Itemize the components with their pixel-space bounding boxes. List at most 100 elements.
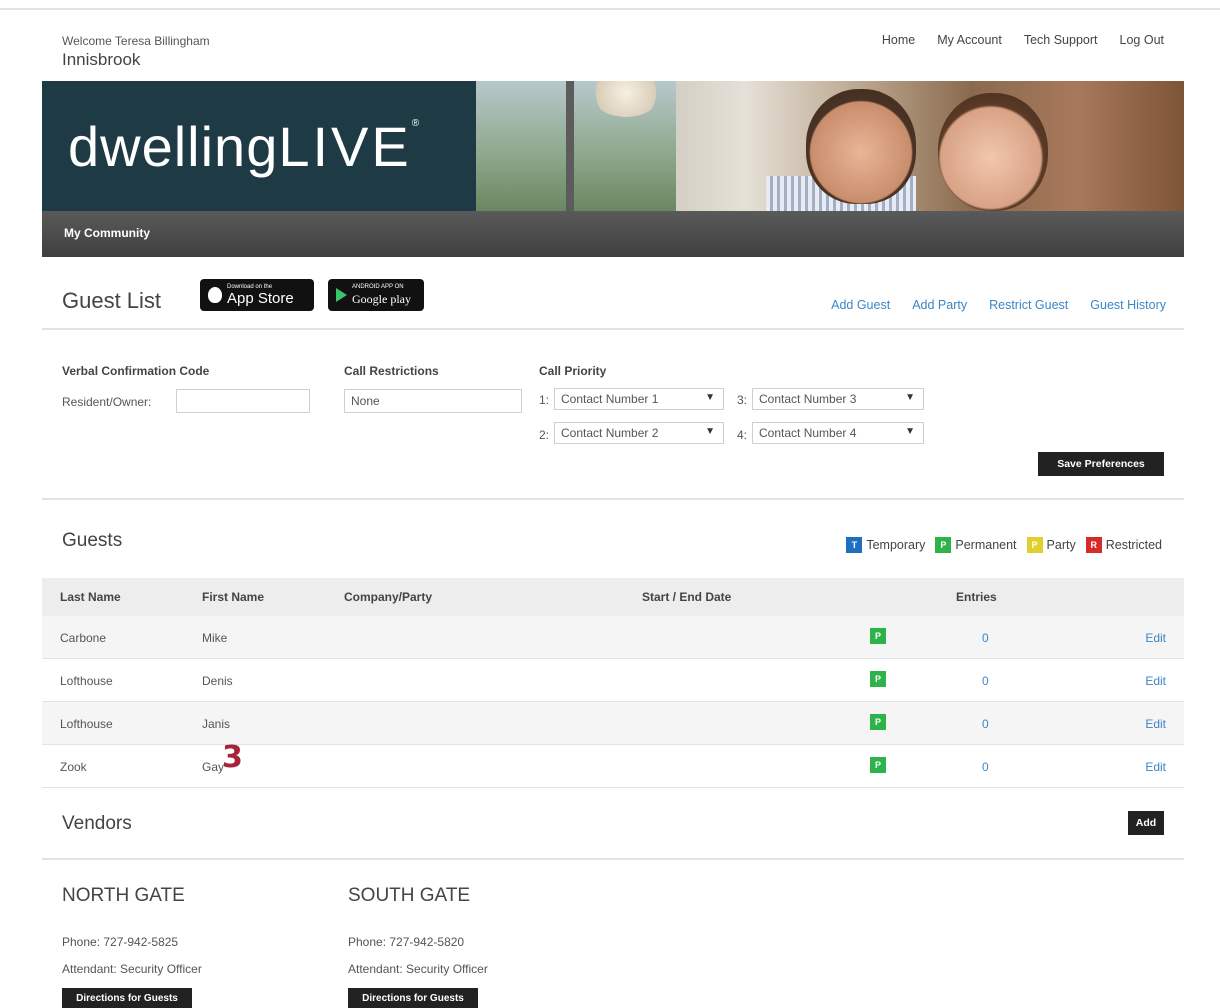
banner: dwellingLIVE® — [42, 81, 1184, 211]
logo-registered-mark: ® — [411, 118, 421, 129]
guest-last-name: Lofthouse — [60, 674, 113, 688]
google-play-icon — [336, 288, 347, 302]
guest-actions: Add Guest Add Party Restrict Guest Guest… — [831, 298, 1166, 312]
nav-home-link[interactable]: Home — [882, 33, 915, 47]
add-party-link[interactable]: Add Party — [912, 298, 967, 312]
priority-1-value: Contact Number 1 — [561, 392, 659, 406]
divider — [42, 328, 1184, 330]
permanent-badge-icon: P — [870, 714, 886, 730]
vcc-label: Verbal Confirmation Code — [62, 364, 210, 378]
dropdown-arrow-icon: ▼ — [705, 426, 715, 437]
guest-list-title: Guest List — [62, 288, 162, 313]
priority-2-value: Contact Number 2 — [561, 426, 659, 440]
app-store-button[interactable]: Download on the App Store — [200, 279, 314, 311]
add-guest-link[interactable]: Add Guest — [831, 298, 890, 312]
north-gate-attendant: Attendant: Security Officer — [62, 962, 202, 976]
apple-icon — [208, 287, 222, 303]
dropdown-arrow-icon: ▼ — [905, 392, 915, 403]
guest-history-link[interactable]: Guest History — [1090, 298, 1166, 312]
resident-owner-label: Resident/Owner: — [62, 395, 152, 409]
nav-my-account-link[interactable]: My Account — [937, 33, 1002, 47]
guest-last-name: Carbone — [60, 631, 107, 645]
entries-count-link[interactable]: 0 — [982, 760, 989, 774]
priority-3-select[interactable]: Contact Number 3 ▼ — [752, 388, 924, 410]
priority-3-num: 3: — [737, 393, 748, 407]
col-entries[interactable]: Entries — [956, 590, 997, 604]
nav-log-out-link[interactable]: Log Out — [1120, 33, 1164, 47]
party-badge-icon: P — [1026, 537, 1043, 553]
vendors-title: Vendors — [62, 813, 132, 834]
guests-table-header: Last Name First Name Company/Party Start… — [42, 578, 1184, 616]
divider — [42, 498, 1184, 500]
table-row[interactable]: Zook Gay P 0 Edit — [42, 745, 1184, 788]
add-vendor-button[interactable]: Add — [1128, 811, 1164, 835]
resident-owner-input[interactable] — [176, 389, 310, 413]
restricted-badge-icon: R — [1085, 537, 1102, 553]
logo-text-dwelling: dwelling — [68, 115, 279, 178]
col-last-name[interactable]: Last Name — [60, 590, 121, 604]
call-priority-label: Call Priority — [539, 364, 607, 378]
call-restrictions-input[interactable] — [344, 389, 522, 413]
entries-count-link[interactable]: 0 — [982, 631, 989, 645]
south-gate-attendant: Attendant: Security Officer — [348, 962, 488, 976]
south-gate-title: SOUTH GATE — [348, 885, 471, 906]
north-gate-directions-button[interactable]: Directions for Guests — [62, 988, 192, 1008]
priority-4-value: Contact Number 4 — [759, 426, 857, 440]
col-first-name[interactable]: First Name — [202, 590, 264, 604]
banner-photo-frame — [566, 81, 574, 211]
legend-temporary: Temporary — [866, 538, 926, 552]
nav-tech-support-link[interactable]: Tech Support — [1024, 33, 1098, 47]
edit-guest-link[interactable]: Edit — [1145, 717, 1166, 731]
entries-count-link[interactable]: 0 — [982, 674, 989, 688]
edit-guest-link[interactable]: Edit — [1145, 760, 1166, 774]
banner-photo-woman — [938, 93, 1048, 211]
google-play-button[interactable]: ANDROID APP ON Google play — [328, 279, 424, 311]
col-company-party[interactable]: Company/Party — [344, 590, 432, 604]
legend-restricted: Restricted — [1105, 538, 1162, 552]
banner-photo-man — [806, 89, 916, 204]
logo-text-live: LIVE — [278, 115, 412, 178]
north-gate-title: NORTH GATE — [62, 885, 185, 906]
priority-2-select[interactable]: Contact Number 2 ▼ — [554, 422, 724, 444]
guest-last-name: Lofthouse — [60, 717, 113, 731]
restrict-guest-link[interactable]: Restrict Guest — [989, 298, 1068, 312]
google-play-small-text: ANDROID APP ON — [352, 283, 404, 290]
divider — [42, 858, 1184, 860]
permanent-badge-icon: P — [870, 671, 886, 687]
priority-2-num: 2: — [539, 428, 550, 442]
col-start-end-date[interactable]: Start / End Date — [642, 590, 731, 604]
page: Welcome Teresa Billingham Innisbrook Hom… — [42, 0, 1184, 1008]
main-menu-bar: My Community — [42, 211, 1184, 257]
south-gate-directions-button[interactable]: Directions for Guests — [348, 988, 478, 1008]
table-row[interactable]: Carbone Mike P 0 Edit — [42, 616, 1184, 659]
guest-first-name: Gay — [202, 760, 225, 774]
call-restrictions-label: Call Restrictions — [344, 364, 439, 378]
permanent-badge-icon: P — [935, 537, 952, 553]
permanent-badge-icon: P — [870, 757, 886, 773]
edit-guest-link[interactable]: Edit — [1145, 674, 1166, 688]
guests-title: Guests — [62, 530, 123, 551]
guest-first-name: Denis — [202, 674, 233, 688]
dwellinglive-logo[interactable]: dwellingLIVE® — [68, 119, 420, 175]
table-row[interactable]: Lofthouse Denis P 0 Edit — [42, 659, 1184, 702]
permanent-badge-icon: P — [870, 628, 886, 644]
app-store-big-text: App Store — [227, 289, 294, 307]
guest-first-name: Mike — [202, 631, 228, 645]
priority-4-select[interactable]: Contact Number 4 ▼ — [752, 422, 924, 444]
google-play-big-text: Google play — [352, 291, 411, 306]
entries-count-link[interactable]: 0 — [982, 717, 989, 731]
dropdown-arrow-icon: ▼ — [705, 392, 715, 403]
table-row[interactable]: Lofthouse Janis P 0 Edit — [42, 702, 1184, 745]
menu-my-community[interactable]: My Community — [64, 226, 150, 240]
legend-permanent: Permanent — [955, 538, 1017, 552]
top-nav: Home My Account Tech Support Log Out — [882, 33, 1164, 47]
guest-type-legend: T Temporary P Permanent P Party R Restri… — [846, 537, 1162, 553]
community-name: Innisbrook — [62, 50, 141, 69]
priority-3-value: Contact Number 3 — [759, 392, 857, 406]
priority-1-select[interactable]: Contact Number 1 ▼ — [554, 388, 724, 410]
south-gate-phone: Phone: 727-942-5820 — [348, 935, 465, 949]
dropdown-arrow-icon: ▼ — [905, 426, 915, 437]
temporary-badge-icon: T — [846, 537, 863, 553]
edit-guest-link[interactable]: Edit — [1145, 631, 1166, 645]
save-preferences-button[interactable]: Save Preferences — [1038, 452, 1164, 476]
